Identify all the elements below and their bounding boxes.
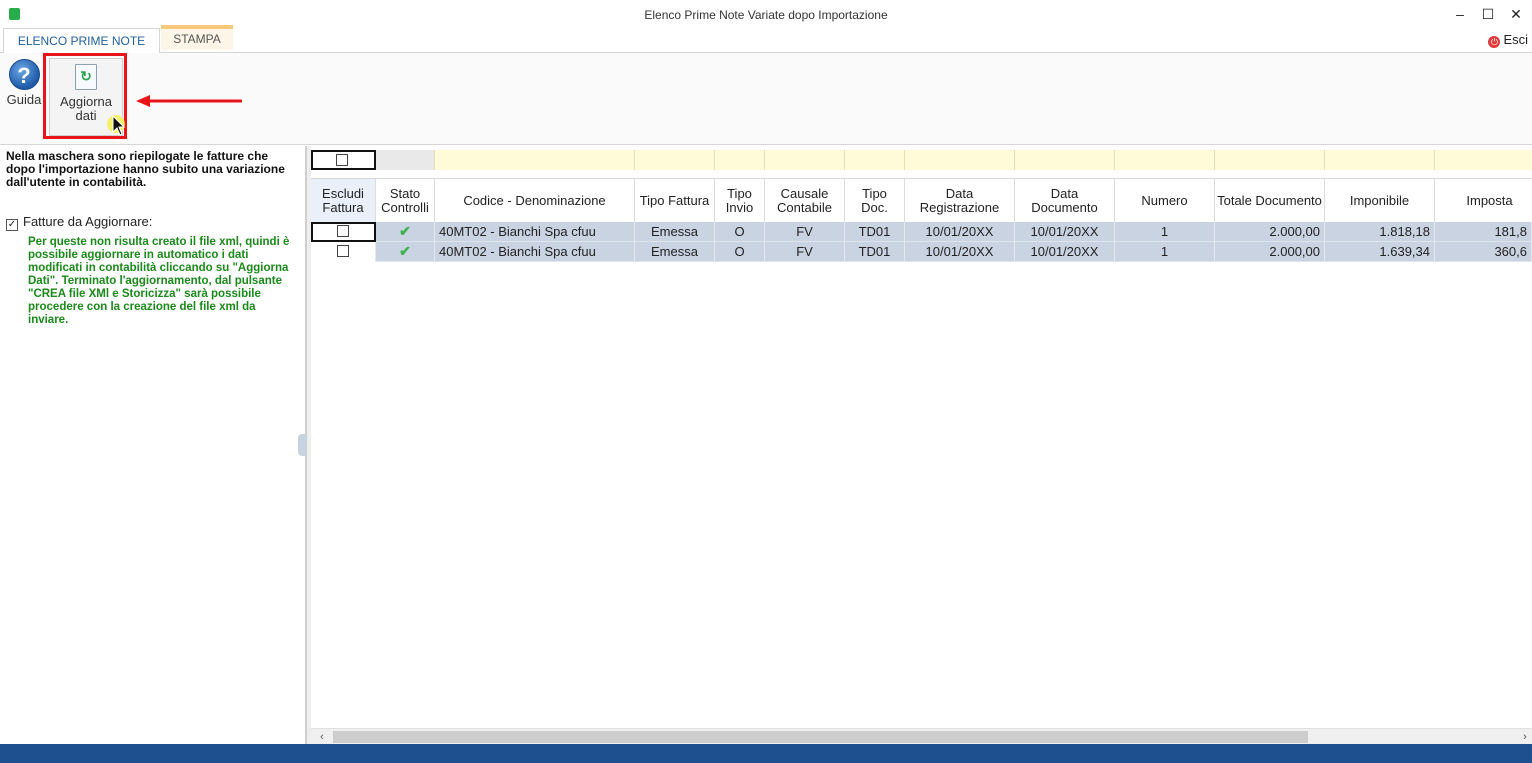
col-causale-contabile[interactable]: Causale Contabile <box>765 179 845 223</box>
mouse-cursor-icon <box>107 114 126 136</box>
info-note: Per queste non risulta creato il file xm… <box>28 236 290 326</box>
table-header: Escludi Fattura Stato Controlli Codice -… <box>311 178 1532 223</box>
filter-cell[interactable] <box>376 150 435 170</box>
filter-cell[interactable] <box>1325 150 1435 170</box>
application-window: Elenco Prime Note Variate dopo Importazi… <box>0 0 1532 763</box>
tipo-doc-cell: TD01 <box>845 242 905 262</box>
maximize-button[interactable]: ☐ <box>1476 4 1500 24</box>
imposta-cell: 181,8 <box>1435 222 1532 242</box>
tipo-invio-cell: O <box>715 242 765 262</box>
causale-cell: FV <box>765 222 845 242</box>
escludi-checkbox[interactable] <box>337 225 349 237</box>
totale-cell: 2.000,00 <box>1215 242 1325 262</box>
filter-cell[interactable] <box>1215 150 1325 170</box>
filter-cell[interactable] <box>1435 150 1532 170</box>
imposta-cell: 360,6 <box>1435 242 1532 262</box>
table-row[interactable]: ✔ 40MT02 - Bianchi Spa cfuu Emessa O FV … <box>311 222 1532 242</box>
tipo-fattura-cell: Emessa <box>635 222 715 242</box>
col-imponibile[interactable]: Imponibile <box>1325 179 1435 223</box>
esci-label: Esci <box>1503 32 1528 47</box>
col-codice-denominazione[interactable]: Codice - Denominazione <box>435 179 635 223</box>
data-reg-cell: 10/01/20XX <box>905 222 1015 242</box>
intro-text: Nella maschera sono riepilogate le fattu… <box>6 149 285 189</box>
numero-cell: 1 <box>1115 222 1215 242</box>
status-bar <box>0 744 1532 763</box>
col-data-documento[interactable]: Data Documento <box>1015 179 1115 223</box>
escludi-checkbox[interactable] <box>337 245 349 257</box>
filter-cell[interactable] <box>1015 150 1115 170</box>
table-row[interactable]: ✔ 40MT02 - Bianchi Spa cfuu Emessa O FV … <box>311 242 1532 262</box>
exit-icon: ⏻ <box>1488 36 1501 48</box>
collapse-panel-handle[interactable] <box>298 434 306 456</box>
tab-elenco-prime-note[interactable]: ELENCO PRIME NOTE <box>3 28 160 54</box>
col-numero[interactable]: Numero <box>1115 179 1215 223</box>
filter-cell[interactable] <box>1115 150 1215 170</box>
col-escludi-fattura[interactable]: Escludi Fattura <box>311 179 376 223</box>
data-doc-cell: 10/01/20XX <box>1015 222 1115 242</box>
totale-cell: 2.000,00 <box>1215 222 1325 242</box>
close-button[interactable]: ✕ <box>1504 4 1528 24</box>
minimize-button[interactable]: – <box>1448 4 1472 24</box>
col-data-registrazione[interactable]: Data Registrazione <box>905 179 1015 223</box>
stato-cell: ✔ <box>376 242 435 262</box>
filter-cell[interactable] <box>635 150 715 170</box>
fatture-da-aggiornare-checkbox[interactable]: ✓ Fatture da Aggiornare: <box>6 214 152 231</box>
col-imposta[interactable]: Imposta <box>1435 179 1532 223</box>
select-all-checkbox[interactable] <box>336 154 348 166</box>
tipo-fattura-cell: Emessa <box>635 242 715 262</box>
check-icon: ✔ <box>399 223 411 239</box>
col-stato-controlli[interactable]: Stato Controlli <box>376 179 435 223</box>
escludi-checkbox-cell[interactable] <box>311 222 376 242</box>
left-info-panel: Nella maschera sono riepilogate le fattu… <box>0 146 306 744</box>
imponibile-cell: 1.639,34 <box>1325 242 1435 262</box>
checkbox-label: Fatture da Aggiornare: <box>23 214 153 229</box>
data-reg-cell: 10/01/20XX <box>905 242 1015 262</box>
filter-select-all-checkbox[interactable] <box>311 150 376 170</box>
causale-cell: FV <box>765 242 845 262</box>
scroll-left-icon[interactable]: ‹ <box>315 729 329 744</box>
codice-cell: 40MT02 - Bianchi Spa cfuu <box>435 242 635 262</box>
filter-cell[interactable] <box>435 150 635 170</box>
filter-row <box>311 150 1532 170</box>
escludi-checkbox-cell[interactable] <box>311 242 376 262</box>
filter-cell[interactable] <box>715 150 765 170</box>
tipo-invio-cell: O <box>715 222 765 242</box>
scroll-right-icon[interactable]: › <box>1518 729 1532 744</box>
check-icon: ✔ <box>399 243 411 259</box>
stato-cell: ✔ <box>376 222 435 242</box>
horizontal-scrollbar[interactable]: ‹ › <box>311 728 1532 744</box>
data-doc-cell: 10/01/20XX <box>1015 242 1115 262</box>
checkbox-checked-icon[interactable]: ✓ <box>6 219 18 231</box>
esci-button[interactable]: ⏻ Esci <box>1488 32 1528 48</box>
help-question-icon: ? <box>8 59 40 90</box>
ribbon-tabs: ELENCO PRIME NOTE STAMPA ⏻ Esci <box>0 25 1532 54</box>
imponibile-cell: 1.818,18 <box>1325 222 1435 242</box>
filter-cell[interactable] <box>905 150 1015 170</box>
pointer-arrow-icon <box>136 95 242 107</box>
guida-label: Guida <box>6 92 42 107</box>
tipo-doc-cell: TD01 <box>845 222 905 242</box>
guida-button[interactable]: ? Guida <box>5 59 43 107</box>
col-totale-documento[interactable]: Totale Documento <box>1215 179 1325 223</box>
col-tipo-fattura[interactable]: Tipo Fattura <box>635 179 715 223</box>
codice-cell: 40MT02 - Bianchi Spa cfuu <box>435 222 635 242</box>
tab-stampa[interactable]: STAMPA <box>161 25 233 50</box>
filter-cell[interactable] <box>765 150 845 170</box>
prime-note-grid: Escludi Fattura Stato Controlli Codice -… <box>311 146 1532 744</box>
scrollbar-thumb[interactable] <box>333 731 1308 743</box>
window-title: Elenco Prime Note Variate dopo Importazi… <box>644 8 888 22</box>
col-tipo-doc[interactable]: Tipo Doc. <box>845 179 905 223</box>
numero-cell: 1 <box>1115 242 1215 262</box>
filter-cell[interactable] <box>845 150 905 170</box>
col-tipo-invio[interactable]: Tipo Invio <box>715 179 765 223</box>
